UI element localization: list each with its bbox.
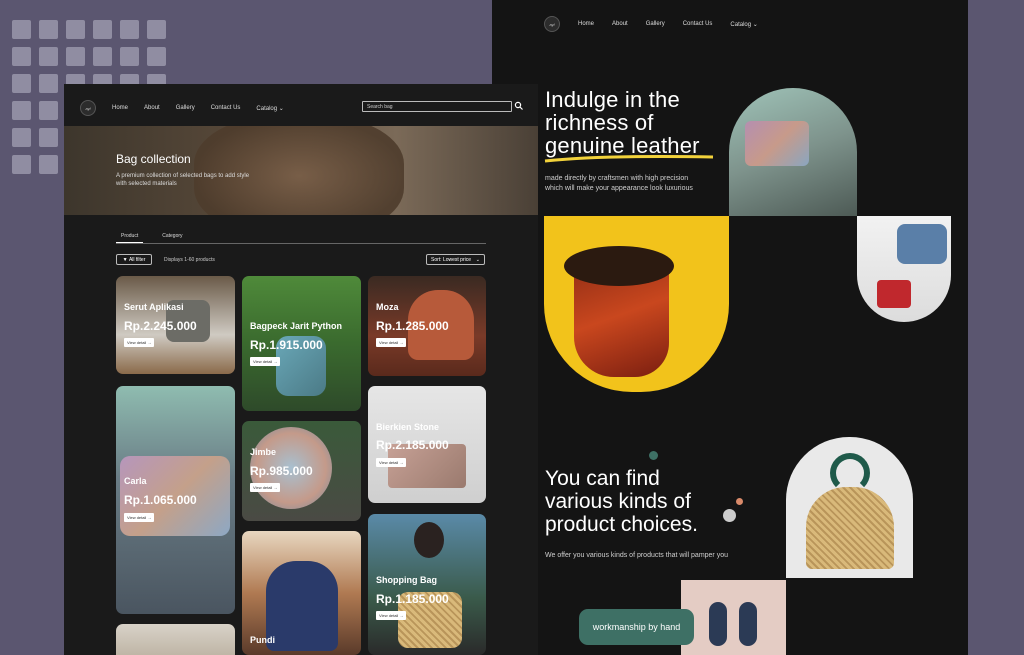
chevron-down-icon: ⌄ — [752, 21, 758, 28]
product-card[interactable]: Carla Rp.1.065.000 View detail → — [116, 386, 235, 614]
product-name: Serut Aplikasi — [124, 302, 184, 312]
product-card[interactable]: Bagpeck Jarit Python Rp.1.915.000 View d… — [242, 276, 361, 411]
nav-gallery[interactable]: Gallery — [646, 21, 665, 27]
hero-subtitle: made directly by craftsmen with high pre… — [545, 175, 693, 192]
product-price: Rp.2.245.000 — [124, 319, 197, 333]
photo-red-bag — [857, 216, 951, 322]
photo-sandals — [681, 580, 786, 655]
photo-python-bag-yellow — [544, 216, 729, 392]
section-line-2: various kinds of — [545, 490, 691, 513]
product-price: Rp.985.000 — [250, 464, 313, 478]
product-name: Shopping Bag — [376, 575, 437, 585]
view-detail-button[interactable]: View detail → — [376, 458, 407, 467]
nav-gallery[interactable]: Gallery — [176, 105, 195, 111]
tab-category[interactable]: Category — [157, 230, 187, 243]
section-line-3: product choices. — [545, 513, 698, 536]
hero-title: Indulge in the richness of genuine leath… — [544, 87, 714, 163]
photo-rattan-bag — [786, 437, 913, 578]
tab-bar: Product Category — [116, 230, 486, 244]
banner-subtitle: A premium collection of selected bags to… — [116, 173, 250, 187]
nav-contact[interactable]: Contact Us — [683, 21, 713, 27]
view-detail-button[interactable]: View detail → — [124, 513, 155, 522]
view-detail-button[interactable]: View detail → — [250, 357, 281, 366]
product-name: Pundi — [250, 635, 275, 645]
brand-logo[interactable]: ayl — [544, 16, 560, 32]
section-title: You can find various kinds of product ch… — [545, 467, 698, 536]
collection-banner: Bag collection A premium collection of s… — [64, 126, 538, 215]
catalog-page-screen: ayl Home About Gallery Contact Us Catalo… — [64, 84, 538, 655]
view-detail-button[interactable]: View detail → — [250, 483, 281, 492]
filter-icon: ▼ — [122, 256, 128, 263]
view-detail-button[interactable]: View detail → — [376, 338, 407, 347]
section-subtitle: We offer you various kinds of products t… — [545, 552, 728, 559]
product-price: Rp.1.915.000 — [250, 338, 323, 352]
search-icon[interactable] — [514, 101, 524, 111]
all-filter-button[interactable]: ▼ All filter — [116, 254, 152, 265]
brand-logo[interactable]: ayl — [80, 100, 96, 116]
product-card[interactable]: Pundi — [242, 531, 361, 655]
nav-home[interactable]: Home — [578, 21, 594, 27]
section-line-1: You can find — [545, 467, 660, 490]
product-price: Rp.1.185.000 — [376, 592, 449, 606]
product-card[interactable]: Moza Rp.1.285.000 View detail → — [368, 276, 486, 376]
underline-swoosh-icon — [544, 155, 714, 163]
hero-photo-model — [729, 88, 857, 216]
nav-about[interactable]: About — [612, 21, 628, 27]
product-name: Bagpeck Jarit Python — [250, 321, 343, 331]
nav-catalog[interactable]: Catalog ⌄ — [730, 21, 757, 28]
product-card[interactable]: Bierkien Stone Rp.2.185.000 View detail … — [368, 386, 486, 503]
workmanship-pill: workmanship by hand — [579, 609, 694, 645]
nav-about[interactable]: About — [144, 105, 160, 111]
sort-dropdown[interactable]: Sort: Lowest price ⌄ — [426, 254, 485, 265]
nav-catalog-label: Catalog — [730, 21, 752, 28]
nav-catalog[interactable]: Catalog ⌄ — [256, 105, 283, 112]
product-card[interactable]: Shopping Bag Rp.1.185.000 View detail → — [368, 514, 486, 655]
search-placeholder: Search bag — [367, 104, 393, 110]
landing-nav: ayl Home About Gallery Contact Us Catalo… — [544, 16, 758, 32]
product-name: Carla — [124, 476, 147, 486]
chevron-down-icon: ⌄ — [475, 256, 480, 263]
product-price: Rp.1.065.000 — [124, 493, 197, 507]
hero-line-2: richness of — [545, 110, 654, 135]
product-price: Rp.2.185.000 — [376, 438, 449, 452]
product-card[interactable] — [116, 624, 235, 655]
view-detail-button[interactable]: View detail → — [124, 338, 155, 347]
decorative-dot-orange — [736, 498, 743, 505]
product-card[interactable]: Serut Aplikasi Rp.2.245.000 View detail … — [116, 276, 235, 374]
product-card[interactable]: Jimbe Rp.985.000 View detail → — [242, 421, 361, 521]
tab-product[interactable]: Product — [116, 230, 144, 243]
sort-label: Sort: Lowest price — [431, 256, 472, 263]
catalog-nav: ayl Home About Gallery Contact Us Catalo… — [80, 100, 284, 116]
product-name: Moza — [376, 302, 399, 312]
hero-line-1: Indulge in the — [545, 87, 680, 112]
decorative-dot-green — [649, 451, 658, 460]
product-name: Jimbe — [250, 447, 277, 457]
nav-catalog-label: Catalog — [256, 105, 278, 112]
chevron-down-icon: ⌄ — [278, 105, 284, 112]
landing-page-screen: ayl Home About Gallery Contact Us Catalo… — [492, 0, 968, 655]
nav-home[interactable]: Home — [112, 105, 128, 111]
product-price: Rp.1.285.000 — [376, 319, 449, 333]
filter-label: All filter — [128, 256, 146, 263]
search-input[interactable]: Search bag — [362, 101, 512, 112]
decorative-dot-gray — [723, 509, 736, 522]
product-count: Displays 1-60 products — [164, 257, 215, 263]
nav-contact[interactable]: Contact Us — [211, 105, 241, 111]
product-name: Bierkien Stone — [376, 422, 440, 432]
view-detail-button[interactable]: View detail → — [376, 611, 407, 620]
banner-title: Bag collection — [116, 152, 191, 166]
